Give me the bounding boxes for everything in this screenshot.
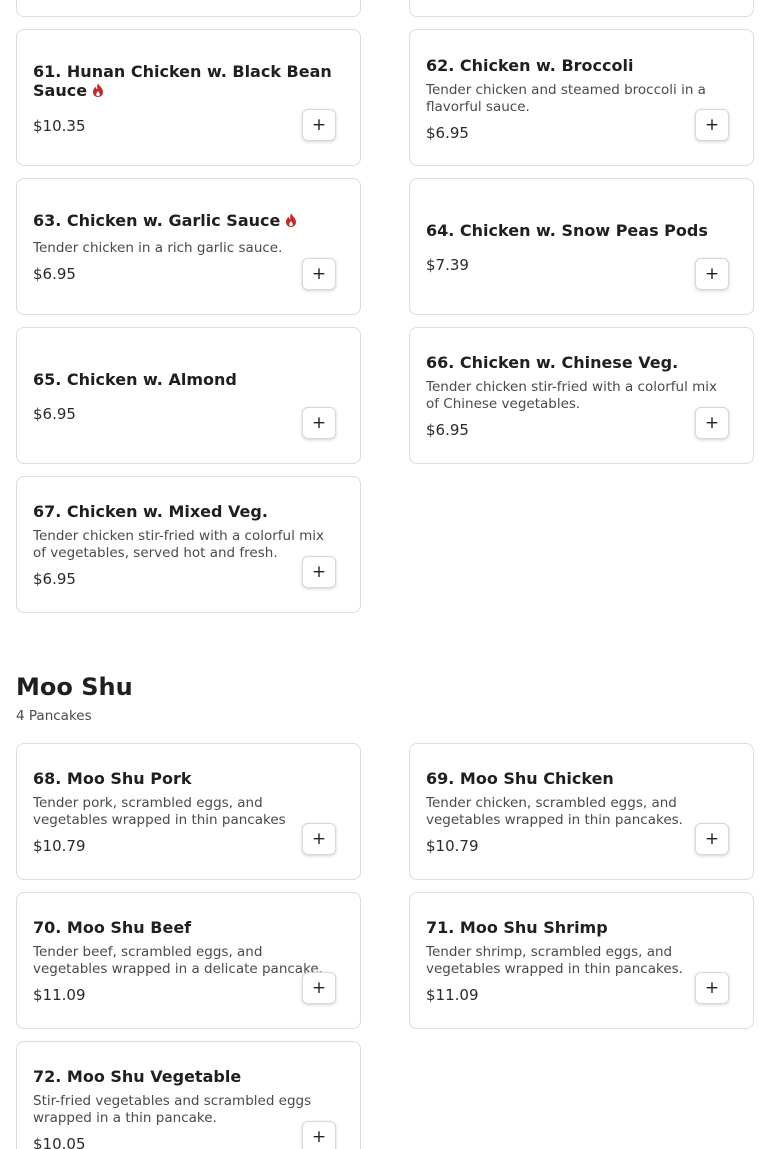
plus-icon: + bbox=[311, 264, 327, 284]
menu-item-description-line: vegetables wrapped in a delicate pancake… bbox=[33, 961, 324, 977]
menu-item-price: $10.05 bbox=[33, 1135, 86, 1149]
menu-item-description: Tender chicken and steamed broccoli in a… bbox=[426, 82, 739, 116]
menu-item-price: $6.95 bbox=[426, 421, 469, 439]
menu-item-card[interactable]: 71. Moo Shu Shrimp Tender shrimp, scramb… bbox=[409, 892, 754, 1029]
menu-item-price: $6.95 bbox=[33, 570, 76, 588]
menu-item-description: Tender chicken stir-fried with a colorfu… bbox=[33, 528, 346, 562]
menu-item-card-partial bbox=[409, 0, 754, 17]
menu-item-title-text: 63. Chicken w. Garlic Sauce bbox=[33, 211, 281, 230]
menu-item-description-line: vegetables wrapped in thin pancakes bbox=[33, 812, 286, 828]
menu-item-price: $7.39 bbox=[426, 256, 469, 274]
add-to-cart-button[interactable]: + bbox=[302, 258, 336, 290]
menu-item-card[interactable]: 66. Chicken w. Chinese Veg. Tender chick… bbox=[409, 327, 754, 464]
menu-item-price: $6.95 bbox=[33, 265, 76, 283]
menu-item-price: $10.35 bbox=[33, 117, 86, 135]
menu-item-description-line: Tender pork, scrambled eggs, and bbox=[33, 795, 263, 811]
plus-icon: + bbox=[311, 829, 327, 849]
plus-icon: + bbox=[311, 413, 327, 433]
menu-item-description: Tender pork, scrambled eggs, and vegetab… bbox=[33, 795, 346, 829]
menu-item-description-line: Tender shrimp, scrambled eggs, and bbox=[426, 944, 673, 960]
menu-item-price: $10.79 bbox=[33, 837, 86, 855]
menu-item-card[interactable]: 70. Moo Shu Beef Tender beef, scrambled … bbox=[16, 892, 361, 1029]
menu-item-card[interactable]: 72. Moo Shu Vegetable Stir-fried vegetab… bbox=[16, 1041, 361, 1149]
flame-icon bbox=[93, 83, 104, 97]
menu-item-title: 67. Chicken w. Mixed Veg. bbox=[33, 502, 268, 521]
plus-icon: + bbox=[704, 829, 720, 849]
add-to-cart-button[interactable]: + bbox=[695, 109, 729, 141]
menu-item-description-line: Tender chicken, scrambled eggs, and bbox=[426, 795, 677, 811]
menu-item-title: 65. Chicken w. Almond bbox=[33, 370, 237, 389]
menu-item-title: 66. Chicken w. Chinese Veg. bbox=[426, 353, 679, 372]
menu-item-description: Tender shrimp, scrambled eggs, and veget… bbox=[426, 944, 739, 978]
menu-item-title: 62. Chicken w. Broccoli bbox=[426, 56, 634, 75]
menu-item-title: 63. Chicken w. Garlic Sauce bbox=[33, 211, 344, 230]
menu-item-description: Tender chicken in a rich garlic sauce. bbox=[33, 240, 346, 257]
plus-icon: + bbox=[704, 115, 720, 135]
menu-item-description: Tender beef, scrambled eggs, and vegetab… bbox=[33, 944, 346, 978]
add-to-cart-button[interactable]: + bbox=[695, 258, 729, 290]
menu-item-description-line: Tender chicken stir-fried with a colorfu… bbox=[33, 528, 325, 544]
menu-item-description-line: Tender chicken and steamed broccoli in a bbox=[426, 82, 706, 98]
menu-item-card[interactable]: 63. Chicken w. Garlic Sauce Tender chick… bbox=[16, 178, 361, 315]
plus-icon: + bbox=[704, 413, 720, 433]
plus-icon: + bbox=[311, 978, 327, 998]
menu-item-title: 70. Moo Shu Beef bbox=[33, 918, 192, 937]
menu-item-price: $6.95 bbox=[426, 124, 469, 142]
menu-item-price: $10.79 bbox=[426, 837, 479, 855]
menu-item-title: 69. Moo Shu Chicken bbox=[426, 769, 614, 788]
menu-item-card[interactable]: 62. Chicken w. Broccoli Tender chicken a… bbox=[409, 29, 754, 166]
menu-item-description: Stir-fried vegetables and scrambled eggs… bbox=[33, 1093, 346, 1127]
menu-item-description-line: of Chinese vegetables. bbox=[426, 396, 581, 412]
menu-item-card[interactable]: 68. Moo Shu Pork Tender pork, scrambled … bbox=[16, 743, 361, 880]
menu-item-card[interactable]: 61. Hunan Chicken w. Black Bean Sauce $1… bbox=[16, 29, 361, 166]
menu-item-price: $11.09 bbox=[33, 986, 86, 1004]
add-to-cart-button[interactable]: + bbox=[695, 407, 729, 439]
plus-icon: + bbox=[704, 264, 720, 284]
menu-item-price: $11.09 bbox=[426, 986, 479, 1004]
menu-item-card-partial bbox=[16, 0, 361, 17]
menu-item-description-line: wrapped in a thin pancake. bbox=[33, 1110, 217, 1126]
add-to-cart-button[interactable]: + bbox=[302, 823, 336, 855]
menu-item-price: $6.95 bbox=[33, 405, 76, 423]
menu-item-description-line: of vegetables, served hot and fresh. bbox=[33, 545, 278, 561]
section-title: Moo Shu bbox=[16, 673, 133, 701]
menu-item-description-line: vegetables wrapped in thin pancakes. bbox=[426, 961, 683, 977]
section-subtitle: 4 Pancakes bbox=[16, 708, 92, 724]
add-to-cart-button[interactable]: + bbox=[302, 109, 336, 141]
menu-item-description-line: vegetables wrapped in thin pancakes. bbox=[426, 812, 683, 828]
add-to-cart-button[interactable]: + bbox=[302, 1121, 336, 1149]
plus-icon: + bbox=[311, 1127, 327, 1147]
menu-item-card[interactable]: 67. Chicken w. Mixed Veg. Tender chicken… bbox=[16, 476, 361, 613]
menu-item-title: 64. Chicken w. Snow Peas Pods bbox=[426, 221, 708, 240]
add-to-cart-button[interactable]: + bbox=[302, 972, 336, 1004]
menu-item-card[interactable]: 65. Chicken w. Almond $6.95 + bbox=[16, 327, 361, 464]
menu-item-card[interactable]: 64. Chicken w. Snow Peas Pods $7.39 + bbox=[409, 178, 754, 315]
menu-item-title: 68. Moo Shu Pork bbox=[33, 769, 192, 788]
menu-item-card[interactable]: 69. Moo Shu Chicken Tender chicken, scra… bbox=[409, 743, 754, 880]
plus-icon: + bbox=[704, 978, 720, 998]
menu-item-description: Tender chicken, scrambled eggs, and vege… bbox=[426, 795, 739, 829]
menu-item-title-line: Sauce bbox=[33, 81, 88, 100]
menu-item-description-line: Tender chicken in a rich garlic sauce. bbox=[33, 240, 283, 256]
menu-item-description-line: Tender beef, scrambled eggs, and bbox=[33, 944, 263, 960]
plus-icon: + bbox=[311, 115, 327, 135]
menu-item-title: 61. Hunan Chicken w. Black Bean Sauce bbox=[33, 62, 344, 100]
menu-item-title: 72. Moo Shu Vegetable bbox=[33, 1067, 242, 1086]
add-to-cart-button[interactable]: + bbox=[695, 972, 729, 1004]
menu-item-description: Tender chicken stir-fried with a colorfu… bbox=[426, 379, 739, 413]
menu-item-description-line: Stir-fried vegetables and scrambled eggs bbox=[33, 1093, 312, 1109]
flame-icon bbox=[286, 213, 297, 227]
menu-item-description-line: Tender chicken stir-fried with a colorfu… bbox=[426, 379, 718, 395]
add-to-cart-button[interactable]: + bbox=[302, 407, 336, 439]
add-to-cart-button[interactable]: + bbox=[695, 823, 729, 855]
menu-item-title-line: 61. Hunan Chicken w. Black Bean bbox=[33, 62, 332, 81]
add-to-cart-button[interactable]: + bbox=[302, 556, 336, 588]
menu-item-description-line: flavorful sauce. bbox=[426, 99, 530, 115]
menu-item-title: 71. Moo Shu Shrimp bbox=[426, 918, 608, 937]
plus-icon: + bbox=[311, 562, 327, 582]
